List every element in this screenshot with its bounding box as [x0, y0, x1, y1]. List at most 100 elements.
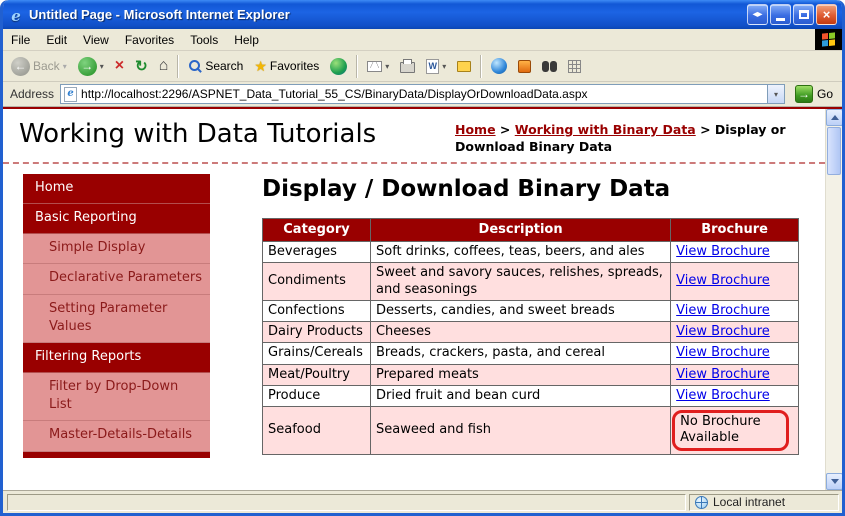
description-cell: Dried fruit and bean curd — [370, 385, 670, 406]
minimize-button[interactable] — [770, 4, 791, 25]
description-cell: Soft drinks, coffees, teas, beers, and a… — [370, 242, 670, 263]
search-icon — [188, 59, 202, 73]
back-label: Back — [33, 59, 60, 73]
forward-icon: → — [78, 57, 97, 76]
window-extra-button[interactable]: ◂▸ — [747, 4, 768, 25]
stop-icon: × — [115, 58, 124, 74]
messenger-icon — [491, 58, 507, 74]
breadcrumb-working-with-binary-data[interactable]: Working with Binary Data — [515, 122, 696, 137]
view-brochure-link[interactable]: View Brochure — [676, 303, 770, 318]
description-cell: Prepared meats — [370, 364, 670, 385]
sidebar-item-basic-reporting[interactable]: Basic Reporting — [23, 204, 210, 234]
vertical-scrollbar[interactable] — [825, 109, 842, 490]
media-button[interactable] — [325, 55, 352, 78]
menu-file[interactable]: File — [3, 29, 38, 50]
menu-bar: FileEditViewFavoritesToolsHelp — [3, 29, 842, 51]
grid-row-confections: ConfectionsDesserts, candies, and sweet … — [263, 300, 799, 321]
site-header: Working with Data Tutorials Home > Worki… — [3, 109, 825, 164]
search-button[interactable]: Search — [183, 56, 248, 76]
sidebar-item-setting-parameter-values[interactable]: Setting Parameter Values — [23, 295, 210, 343]
edit-word-icon: W — [426, 59, 439, 74]
grid-button[interactable] — [563, 57, 586, 76]
maximize-button[interactable] — [793, 4, 814, 25]
menu-items: FileEditViewFavoritesToolsHelp — [3, 29, 267, 50]
print-icon — [400, 62, 415, 73]
main-content: Display / Download Binary Data CategoryD… — [262, 174, 799, 458]
sidebar-item-simple-display[interactable]: Simple Display — [23, 234, 210, 264]
sidebar-item-filtering-reports[interactable]: Filtering Reports — [23, 343, 210, 373]
brochure-cell: View Brochure — [671, 242, 799, 263]
grid-header-row: CategoryDescriptionBrochure — [263, 218, 799, 241]
brochure-cell: View Brochure — [671, 385, 799, 406]
menu-favorites[interactable]: Favorites — [117, 29, 182, 50]
category-cell: Produce — [263, 385, 371, 406]
sidebar-item-master-details-details[interactable]: Master-Details-Details — [23, 421, 210, 451]
edit-button[interactable]: W ▾ — [421, 56, 451, 77]
content-row: HomeBasic ReportingSimple DisplayDeclara… — [3, 164, 825, 458]
scrollbar-thumb[interactable] — [827, 127, 841, 175]
view-brochure-link[interactable]: View Brochure — [676, 244, 770, 259]
menu-tools[interactable]: Tools — [182, 29, 226, 50]
address-dropdown-icon: ▾ — [774, 90, 778, 99]
brochure-cell: No Brochure Available — [671, 407, 799, 455]
close-button[interactable]: × — [816, 4, 837, 25]
research-button[interactable] — [513, 57, 536, 76]
home-button[interactable]: ⌂ — [154, 55, 174, 77]
mail-icon — [367, 61, 382, 72]
view-brochure-link[interactable]: View Brochure — [676, 388, 770, 403]
page-content: Working with Data Tutorials Home > Worki… — [3, 109, 825, 490]
address-input[interactable]: e http://localhost:2296/ASPNET_Data_Tuto… — [60, 84, 785, 104]
grid-row-meat-poultry: Meat/PoultryPrepared meatsView Brochure — [263, 364, 799, 385]
view-brochure-link[interactable]: View Brochure — [676, 367, 770, 382]
breadcrumb-home[interactable]: Home — [455, 122, 496, 137]
category-cell: Condiments — [263, 263, 371, 301]
go-button[interactable]: → Go — [791, 85, 837, 103]
go-icon: → — [795, 85, 813, 103]
binoculars-icon — [542, 61, 549, 72]
grid-icon — [568, 60, 581, 73]
refresh-button[interactable]: ↻ — [130, 56, 153, 77]
print-button[interactable] — [395, 56, 420, 76]
messenger-button[interactable] — [486, 55, 512, 77]
view-brochure-link[interactable]: View Brochure — [676, 324, 770, 339]
scroll-down-button[interactable] — [826, 473, 842, 490]
category-cell: Grains/Cereals — [263, 343, 371, 364]
down-arrow-icon — [831, 479, 839, 488]
discuss-icon — [457, 61, 471, 72]
grid-row-dairy-products: Dairy ProductsCheesesView Brochure — [263, 322, 799, 343]
view-brochure-link[interactable]: View Brochure — [676, 273, 770, 288]
brochure-cell: View Brochure — [671, 322, 799, 343]
mail-dropdown-icon: ▾ — [385, 62, 389, 71]
view-brochure-link[interactable]: View Brochure — [676, 345, 770, 360]
sidebar-item-home[interactable]: Home — [23, 174, 210, 204]
menu-view[interactable]: View — [75, 29, 117, 50]
breadcrumb: Home > Working with Binary Data > Displa… — [455, 119, 813, 156]
favorites-label: Favorites — [270, 59, 319, 73]
sidebar-item-declarative-parameters[interactable]: Declarative Parameters — [23, 264, 210, 294]
standard-toolbar: ← Back ▾ → ▾ × ↻ ⌂ Search ★ Favorites — [3, 51, 842, 82]
ie-logo-icon: e — [8, 7, 24, 23]
binoculars-button[interactable] — [537, 58, 562, 75]
breadcrumb-separator: > — [696, 122, 715, 137]
favorites-star-icon: ★ — [254, 59, 267, 73]
address-label: Address — [8, 87, 54, 101]
orange-tool-icon — [518, 60, 531, 73]
menu-edit[interactable]: Edit — [38, 29, 75, 50]
mail-button[interactable]: ▾ — [362, 58, 394, 75]
sidebar-item-filter-by-drop-down-list[interactable]: Filter by Drop-Down List — [23, 373, 210, 421]
up-arrow-icon — [831, 111, 839, 120]
page-favicon-icon: e — [64, 87, 77, 102]
address-dropdown-button[interactable]: ▾ — [767, 85, 784, 103]
security-zone-globe-icon — [695, 496, 708, 509]
category-cell: Seafood — [263, 407, 371, 455]
stop-button[interactable]: × — [110, 55, 129, 77]
category-cell: Beverages — [263, 242, 371, 263]
back-button[interactable]: ← Back ▾ — [6, 54, 72, 79]
menu-help[interactable]: Help — [226, 29, 267, 50]
brochure-cell: View Brochure — [671, 364, 799, 385]
forward-button[interactable]: → ▾ — [73, 54, 109, 79]
column-header-description: Description — [370, 218, 670, 241]
discuss-button[interactable] — [452, 58, 476, 75]
favorites-button[interactable]: ★ Favorites — [249, 56, 324, 76]
scroll-up-button[interactable] — [826, 109, 842, 126]
